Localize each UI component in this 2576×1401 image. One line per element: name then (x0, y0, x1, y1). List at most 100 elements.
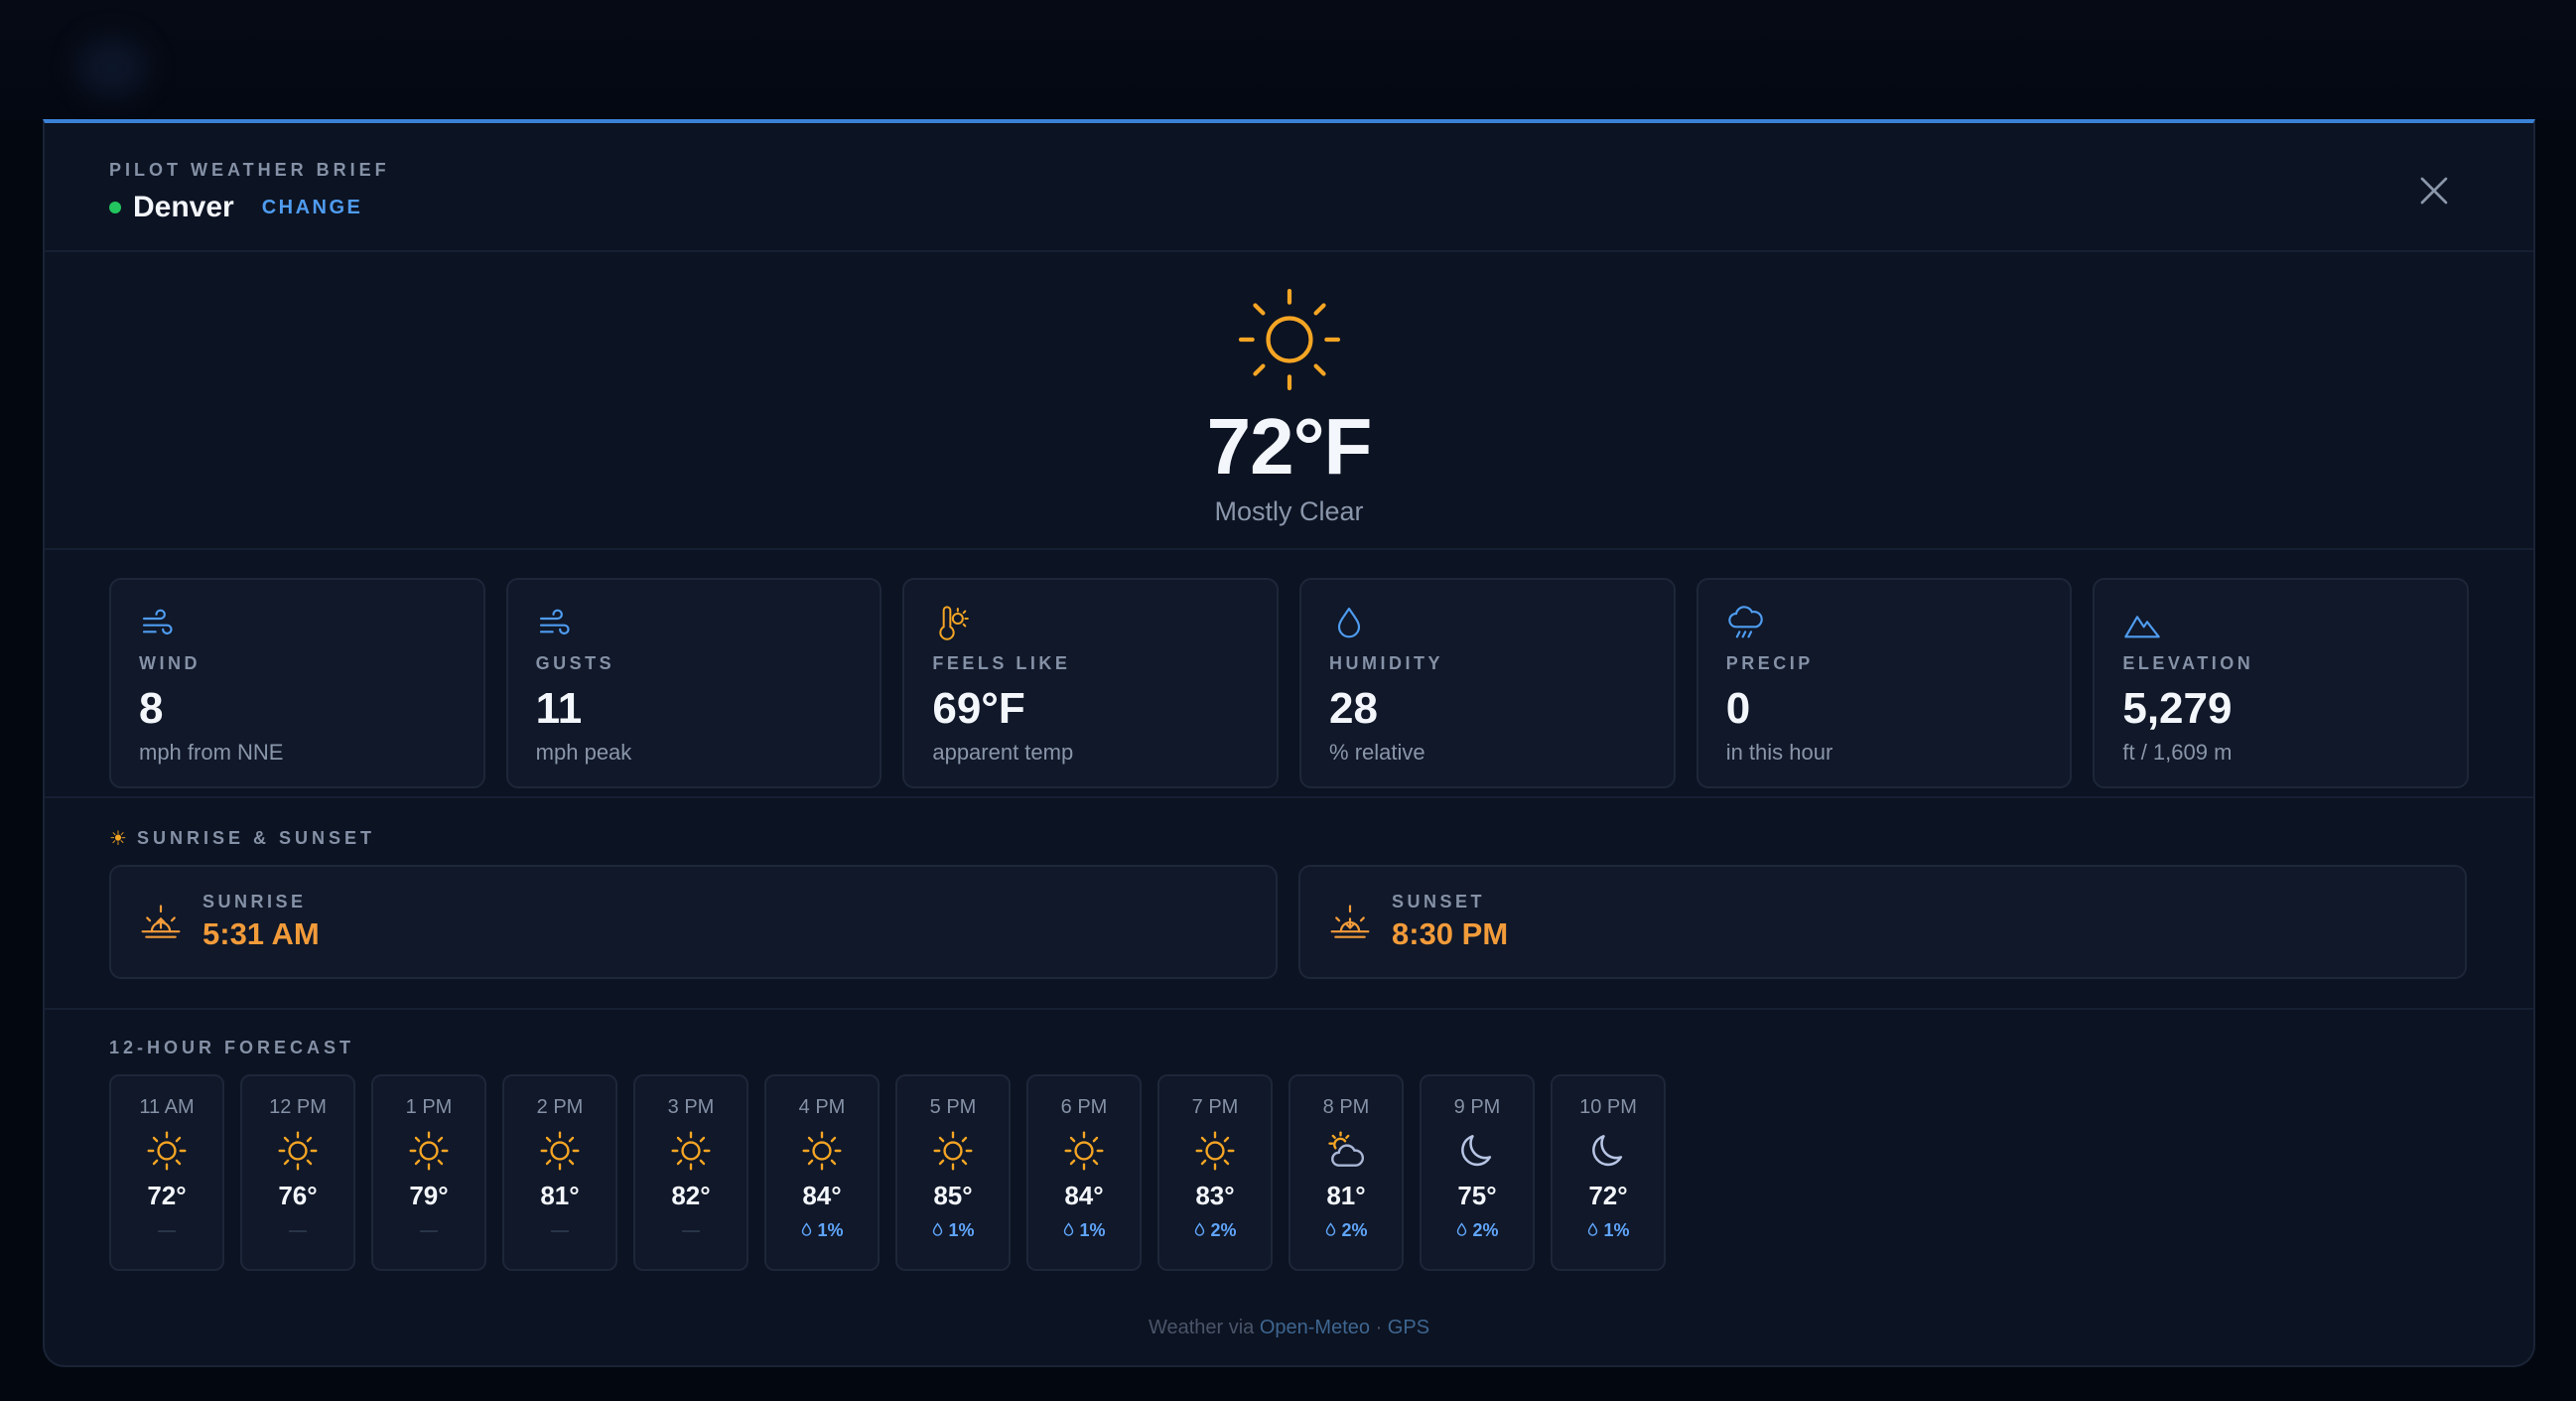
location-row: Denver CHANGE (109, 191, 362, 224)
sun-icon (538, 1129, 582, 1173)
sun-row: SUNRISE 5:31 AM SUNSET 8:30 PM (109, 865, 2469, 979)
cloud-rain-icon (1727, 606, 1763, 638)
stat-value: 11 (535, 684, 583, 733)
stat-label: WIND (139, 653, 201, 673)
attribution-footer: Weather via Open-Meteo · GPS (45, 1317, 2533, 1339)
forecast-hour-precip-value: 2% (1341, 1219, 1368, 1240)
forecast-hour-time: 5 PM (929, 1096, 977, 1118)
forecast-hour-time: 4 PM (798, 1096, 846, 1118)
forecast-hour-precip: — (242, 1219, 353, 1241)
stat-card-elevation: ELEVATION 5,279 ft / 1,609 m (2093, 578, 2470, 788)
forecast-hour-time: 3 PM (667, 1096, 715, 1118)
partly-cloudy-icon (1324, 1129, 1368, 1173)
stat-value: 69°F (932, 684, 1025, 733)
current-temperature: 72°F (1206, 402, 1373, 490)
sunset-label: SUNSET (1392, 892, 1486, 911)
gps-mode-link[interactable]: GPS (1388, 1317, 1429, 1338)
forecast-hour-time: 1 PM (405, 1096, 453, 1118)
sun-icon (669, 1129, 713, 1173)
droplet-icon (1062, 1222, 1075, 1238)
section-title-text: SUNRISE & SUNSET (136, 828, 375, 848)
sunset-card: SUNSET 8:30 PM (1298, 865, 2467, 979)
close-icon[interactable] (2416, 173, 2452, 209)
sunrise-label: SUNRISE (203, 892, 307, 911)
sunrise-time: 5:31 AM (203, 916, 320, 951)
forecast-hour-time: 11 AM (139, 1096, 195, 1118)
forecast-hour-card: 9 PM 75° 2% (1420, 1074, 1535, 1271)
forecast-hour-precip: — (504, 1219, 615, 1241)
sunrise-card: SUNRISE 5:31 AM (109, 865, 1278, 979)
stat-value: 0 (1725, 684, 1751, 733)
forecast-hour-precip-value: — (682, 1219, 700, 1240)
section-title: ☀ SUNRISE & SUNSET (109, 826, 2469, 851)
stat-label: ELEVATION (2122, 653, 2254, 673)
forecast-hour-time: 6 PM (1060, 1096, 1108, 1118)
forecast-hour-precip-value: — (420, 1219, 438, 1240)
forecast-hour-temp: 72° (1588, 1181, 1628, 1210)
sunset-icon (1330, 904, 1370, 938)
forecast-hour-temp: 72° (147, 1181, 187, 1210)
stat-sub: apparent temp (932, 740, 1074, 765)
sun-icon (276, 1129, 320, 1173)
droplet-icon (800, 1222, 813, 1238)
sunrise-sunset-section: ☀ SUNRISE & SUNSET SUNRISE 5:31 AM SUNSE… (45, 798, 2533, 1010)
forecast-hour-card: 6 PM 84° 1% (1026, 1074, 1142, 1271)
stat-value: 8 (139, 684, 164, 733)
droplet-icon (1193, 1222, 1206, 1238)
droplet-icon (1455, 1222, 1468, 1238)
forecast-hour-precip: 1% (1553, 1219, 1664, 1241)
forecast-hour-temp: 81° (1326, 1181, 1366, 1210)
moon-icon (1586, 1129, 1630, 1173)
forecast-hour-precip-value: 2% (1472, 1219, 1499, 1240)
stat-sub: % relative (1329, 740, 1425, 765)
forecast-hour-card: 11 AM 72° — (109, 1074, 224, 1271)
forecast-hour-precip-value: — (158, 1219, 176, 1240)
forecast-hour-precip-value: 1% (1603, 1219, 1630, 1240)
forecast-hour-time: 9 PM (1453, 1096, 1501, 1118)
sun-icon: ☀ (109, 828, 127, 850)
wind-icon (142, 609, 173, 635)
location-name: Denver (133, 191, 234, 223)
sun-icon (800, 1129, 844, 1173)
hourly-forecast-section: 12-HOUR FORECAST 11 AM 72° — 12 PM 76° — 1 PM 7… (45, 1010, 2533, 1365)
forecast-hour-precip: — (111, 1219, 222, 1241)
stat-sub: mph from NNE (139, 740, 284, 765)
background-avatar (77, 38, 147, 97)
forecast-hour-precip: 1% (1028, 1219, 1140, 1241)
stat-card-precip: PRECIP 0 in this hour (1695, 578, 2073, 788)
forecast-hour-precip: — (373, 1219, 484, 1241)
open-meteo-link[interactable]: Open-Meteo (1260, 1317, 1370, 1338)
stats-row: WIND 8 mph from NNE GUSTS 11 mph peak FE… (45, 550, 2533, 798)
forecast-hour-time: 2 PM (536, 1096, 584, 1118)
stat-label: FEELS LIKE (932, 653, 1071, 673)
forecast-hour-precip: 2% (1159, 1219, 1271, 1241)
stat-card-gusts: GUSTS 11 mph peak (505, 578, 882, 788)
section-title: 12-HOUR FORECAST (109, 1038, 355, 1057)
forecast-hour-temp: 76° (278, 1181, 318, 1210)
sunrise-icon (141, 904, 181, 938)
sunrise-info: SUNRISE 5:31 AM (203, 892, 320, 952)
mountain-icon (2124, 616, 2161, 638)
forecast-hour-card: 12 PM 76° — (240, 1074, 355, 1271)
forecast-hour-precip-value: 1% (817, 1219, 844, 1240)
droplet-icon (931, 1222, 944, 1238)
forecast-hour-temp: 82° (671, 1181, 711, 1210)
sunset-time: 8:30 PM (1392, 916, 1509, 951)
sun-icon (1193, 1129, 1237, 1173)
forecast-hour-precip-value: 1% (1079, 1219, 1106, 1240)
stat-card-humidity: HUMIDITY 28 % relative (1299, 578, 1676, 788)
forecast-hour-temp: 79° (409, 1181, 449, 1210)
forecast-hour-precip-value: — (289, 1219, 307, 1240)
stat-value: 5,279 (2122, 684, 2233, 733)
stat-label: HUMIDITY (1329, 653, 1444, 673)
sun-icon (407, 1129, 451, 1173)
moon-icon (1455, 1129, 1499, 1173)
forecast-hour-temp: 84° (802, 1181, 842, 1210)
droplet-icon (1324, 1222, 1337, 1238)
change-location-button[interactable]: CHANGE (262, 197, 363, 219)
sun-icon (1238, 288, 1340, 391)
sun-icon (931, 1129, 975, 1173)
stat-label: PRECIP (1725, 653, 1814, 673)
sunset-info: SUNSET 8:30 PM (1392, 892, 1508, 952)
forecast-hour-precip-value: — (551, 1219, 569, 1240)
